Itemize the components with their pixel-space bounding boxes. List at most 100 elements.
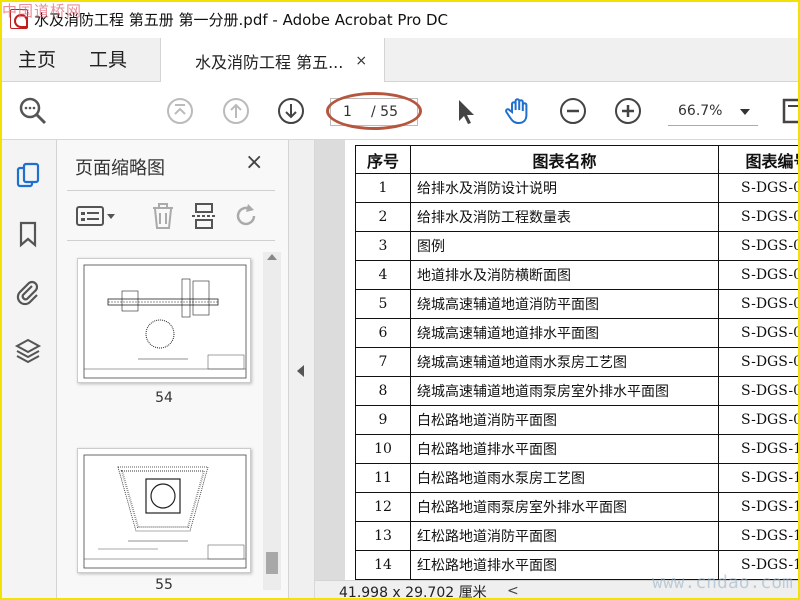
row-serial: 4 xyxy=(355,260,411,290)
title-bar: 水及消防工程 第五册 第一分册.pdf - Adobe Acrobat Pro … xyxy=(0,0,800,38)
row-serial: 10 xyxy=(355,434,411,464)
row-drawing-name: 白松路地道雨泵房室外排水平面图 xyxy=(410,492,719,522)
thumbnail-label-55: 55 xyxy=(155,577,173,593)
thumbnail-page-54[interactable] xyxy=(77,258,251,383)
more-tools-icon[interactable] xyxy=(778,96,800,126)
page-number-highlight-oval xyxy=(326,92,422,130)
table-row: 5 绕城高速辅道地道消防平面图 S-DGS-0 xyxy=(355,289,800,319)
scroll-left-arrow-icon[interactable]: < xyxy=(507,583,519,599)
collapse-left-arrow-icon[interactable] xyxy=(297,365,304,377)
row-drawing-code: S-DGS-0 xyxy=(718,173,800,203)
row-drawing-name: 地道排水及消防横断面图 xyxy=(410,260,719,290)
extract-pages-icon[interactable] xyxy=(190,202,218,230)
row-serial: 14 xyxy=(355,550,411,580)
row-drawing-code: S-DGS-0 xyxy=(718,289,800,319)
scrollbar-thumb[interactable] xyxy=(266,552,278,574)
zoom-level-value: 66.7% xyxy=(678,103,723,119)
layers-icon[interactable] xyxy=(14,336,42,364)
thumbnail-scrollbar[interactable] xyxy=(263,252,281,590)
panel-title: 页面缩略图 xyxy=(75,158,165,179)
drawing-index-table: 序号 图表名称 图表编号 1给排水及消防设计说明S-DGS-02给排水及消防工程… xyxy=(355,145,800,580)
row-serial: 1 xyxy=(355,173,411,203)
first-page-icon[interactable] xyxy=(165,96,195,126)
previous-page-icon[interactable] xyxy=(221,96,251,126)
row-drawing-name: 绕城高速辅道地道雨水泵房工艺图 xyxy=(410,347,719,377)
row-serial: 7 xyxy=(355,347,411,377)
document-viewport[interactable]: 序号 图表名称 图表编号 1给排水及消防设计说明S-DGS-02给排水及消防工程… xyxy=(315,140,800,580)
thumbnail-drawing-54 xyxy=(83,264,247,379)
table-row: 7 绕城高速辅道地道雨水泵房工艺图 S-DGS-0 xyxy=(355,347,800,377)
document-tab-label: 水及消防工程 第五... xyxy=(195,52,344,72)
row-drawing-name: 白松路地道排水平面图 xyxy=(410,434,719,464)
close-panel-button[interactable]: × xyxy=(245,150,263,175)
collapse-panel-strip[interactable] xyxy=(289,140,315,600)
row-drawing-code: S-DGS-0 xyxy=(718,260,800,290)
row-serial: 8 xyxy=(355,376,411,406)
row-serial: 11 xyxy=(355,463,411,493)
header-serial: 序号 xyxy=(355,145,411,174)
row-serial: 2 xyxy=(355,202,411,232)
select-pointer-icon[interactable] xyxy=(450,96,480,126)
watermark-bottom-right: www.cndao.com xyxy=(652,572,793,593)
row-drawing-code: S-DGS-0 xyxy=(718,347,800,377)
table-row: 4 地道排水及消防横断面图 S-DGS-0 xyxy=(355,260,800,290)
bookmark-icon[interactable] xyxy=(14,220,42,248)
window-title: 水及消防工程 第五册 第一分册.pdf - Adobe Acrobat Pro … xyxy=(34,10,449,29)
tab-document[interactable]: 水及消防工程 第五... × xyxy=(160,38,385,83)
row-serial: 12 xyxy=(355,492,411,522)
chevron-down-icon xyxy=(740,109,750,115)
row-drawing-code: S-DGS-0 xyxy=(718,318,800,348)
tab-tools[interactable]: 工具 xyxy=(89,38,127,82)
thumbnail-options-icon[interactable] xyxy=(75,202,117,230)
tab-bar: 主页 工具 水及消防工程 第五... × xyxy=(0,38,800,83)
row-serial: 3 xyxy=(355,231,411,261)
zoom-in-icon[interactable] xyxy=(613,96,643,126)
row-serial: 6 xyxy=(355,318,411,348)
row-drawing-code: S-DGS-1 xyxy=(718,521,800,551)
row-drawing-name: 给排水及消防工程数量表 xyxy=(410,202,719,232)
row-drawing-code: S-DGS-0 xyxy=(718,376,800,406)
scroll-up-arrow-icon[interactable] xyxy=(267,254,277,260)
header-drawing-name: 图表名称 xyxy=(410,145,719,174)
tab-home[interactable]: 主页 xyxy=(18,38,56,82)
page-thumbnails-icon[interactable] xyxy=(14,162,42,190)
close-tab-button[interactable]: × xyxy=(355,53,367,69)
search-comments-icon[interactable] xyxy=(18,96,48,126)
zoom-out-icon[interactable] xyxy=(558,96,588,126)
row-drawing-name: 绕城高速辅道地道消防平面图 xyxy=(410,289,719,319)
row-drawing-code: S-DGS-1 xyxy=(718,463,800,493)
thumbnail-panel: 页面缩略图 × 54 55 xyxy=(57,140,289,600)
thumbnail-page-55[interactable] xyxy=(77,448,251,573)
table-row: 2 给排水及消防工程数量表 S-DGS-0 xyxy=(355,202,800,232)
document-page: 序号 图表名称 图表编号 1给排水及消防设计说明S-DGS-02给排水及消防工程… xyxy=(345,140,800,580)
table-row: 10 白松路地道排水平面图 S-DGS-1 xyxy=(355,434,800,464)
row-drawing-name: 白松路地道雨水泵房工艺图 xyxy=(410,463,719,493)
attachment-icon[interactable] xyxy=(14,278,42,306)
thumbnail-drawing-55 xyxy=(83,454,247,569)
row-drawing-code: S-DGS-1 xyxy=(718,434,800,464)
row-drawing-code: S-DGS-0 xyxy=(718,231,800,261)
row-serial: 5 xyxy=(355,289,411,319)
row-serial: 13 xyxy=(355,521,411,551)
zoom-level-select[interactable]: 66.7% xyxy=(668,98,758,126)
table-row: 3 图例 S-DGS-0 xyxy=(355,231,800,261)
rotate-pages-icon[interactable] xyxy=(232,202,260,230)
table-row: 9 白松路地道消防平面图 S-DGS-0 xyxy=(355,405,800,435)
table-row: 12 白松路地道雨泵房室外排水平面图 S-DGS-1 xyxy=(355,492,800,522)
next-page-icon[interactable] xyxy=(276,96,306,126)
watermark-top-left: 中国道桥网 xyxy=(2,2,83,20)
table-row: 13 红松路地道消防平面图 S-DGS-1 xyxy=(355,521,800,551)
page-size-label: 41.998 x 29.702 厘米 xyxy=(339,585,487,600)
delete-pages-icon[interactable] xyxy=(149,202,177,230)
thumbnail-label-54: 54 xyxy=(155,390,173,406)
hand-tool-icon[interactable] xyxy=(503,96,533,126)
table-header-row: 序号 图表名称 图表编号 xyxy=(355,145,800,174)
table-row: 1 给排水及消防设计说明 S-DGS-0 xyxy=(355,173,800,203)
row-drawing-name: 给排水及消防设计说明 xyxy=(410,173,719,203)
panel-divider xyxy=(67,190,275,191)
row-drawing-code: S-DGS-1 xyxy=(718,492,800,522)
row-drawing-code: S-DGS-0 xyxy=(718,202,800,232)
table-row: 11 白松路地道雨水泵房工艺图 S-DGS-1 xyxy=(355,463,800,493)
row-drawing-name: 绕城高速辅道地道排水平面图 xyxy=(410,318,719,348)
row-drawing-name: 白松路地道消防平面图 xyxy=(410,405,719,435)
